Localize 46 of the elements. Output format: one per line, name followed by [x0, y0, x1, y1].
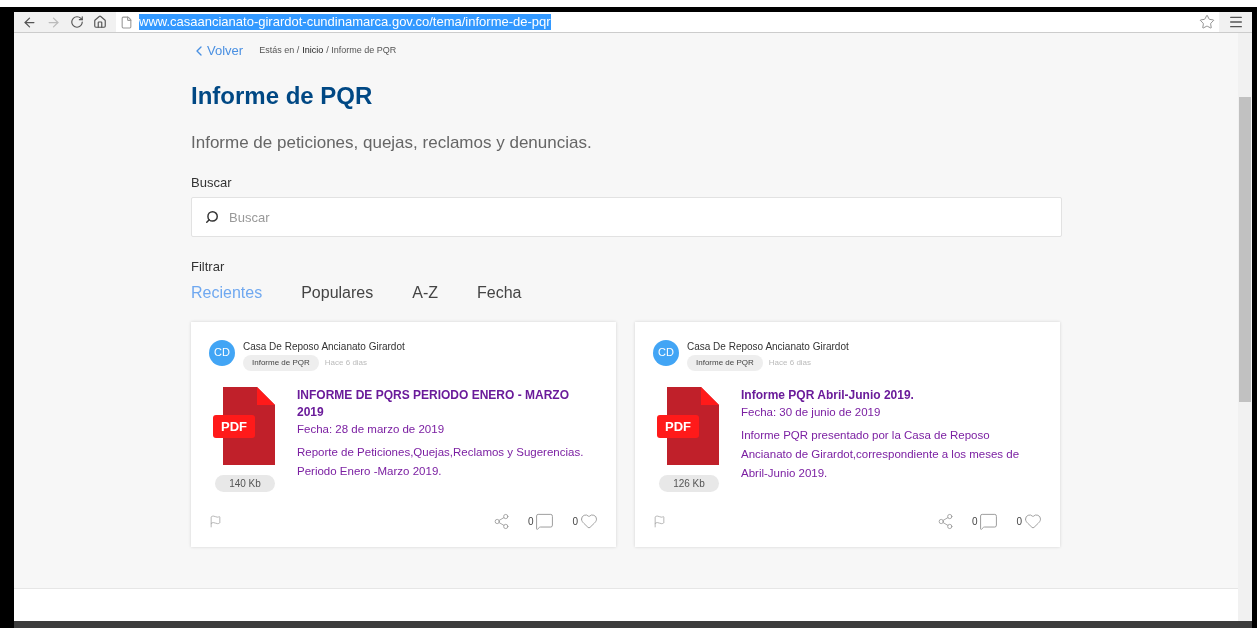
back-icon[interactable] [22, 14, 37, 30]
comment-icon[interactable] [979, 511, 999, 531]
document-title[interactable]: Informe PQR Abril-Junio 2019. [741, 386, 1042, 404]
category-tag[interactable]: Informe de PQR [687, 354, 763, 371]
file-size: 126 Kb [659, 474, 719, 492]
share-icon[interactable] [492, 512, 510, 530]
heart-icon[interactable] [580, 512, 598, 530]
document-description: Reporte de Peticiones,Quejas,Reclamos y Sugerencias. Periodo Enero -Marzo 2019. [297, 444, 585, 479]
flag-icon[interactable] [653, 514, 666, 528]
page-title: Informe de PQR [191, 81, 374, 111]
like-count: 0 [1016, 514, 1022, 529]
search-label: Buscar [191, 173, 233, 192]
filter-label: Filtrar [191, 258, 226, 276]
document-title[interactable]: INFORME DE PQRS PERIODO ENERO - MARZO 2019 [297, 386, 598, 421]
filter-tab[interactable]: Fecha [477, 280, 522, 305]
avatar: CD [209, 339, 235, 366]
breadcrumb-item: / Informe de PQR [326, 43, 397, 57]
star-icon[interactable] [1199, 14, 1215, 30]
filter-tab[interactable]: A-Z [412, 280, 438, 305]
avatar: CD [653, 339, 679, 366]
comment-icon[interactable] [535, 511, 555, 531]
like-count: 0 [572, 514, 578, 529]
comment-count: 0 [527, 514, 534, 529]
reload-icon[interactable] [70, 15, 84, 29]
document-date: Fecha: 28 de marzo de 2019 [297, 421, 446, 437]
document-date: Fecha: 30 de junio de 2019 [741, 404, 882, 420]
breadcrumb-prefix: Estás en / [259, 43, 300, 57]
share-icon[interactable] [936, 512, 954, 530]
breadcrumb-item[interactable]: Inicio [302, 43, 324, 58]
category-tag[interactable]: Informe de PQR [243, 354, 319, 371]
page-subtitle: Informe de peticiones, quejas, reclamos y denuncias. [191, 132, 593, 154]
document-description: Informe PQR presentado por la Casa de Reposo Ancianato de Girardot,correspondiente a los meses de Abril-Junio 2019. [741, 427, 1021, 481]
forward-icon[interactable] [46, 14, 61, 30]
file-size: 140 Kb [215, 474, 275, 492]
comment-count: 0 [971, 514, 978, 529]
home-icon[interactable] [93, 15, 107, 29]
search-icon [205, 210, 219, 224]
menu-icon[interactable] [1228, 14, 1244, 30]
search-field[interactable]: Buscar [191, 197, 1062, 237]
flag-icon[interactable] [209, 514, 222, 528]
author-name: Casa De Reposo Ancianato Girardot [243, 339, 405, 354]
filter-tab[interactable]: Populares [301, 280, 374, 305]
page-icon [120, 15, 133, 29]
heart-icon[interactable] [1024, 512, 1042, 530]
author-name: Casa De Reposo Ancianato Girardot [687, 339, 849, 354]
scrollbar[interactable] [1238, 33, 1252, 621]
